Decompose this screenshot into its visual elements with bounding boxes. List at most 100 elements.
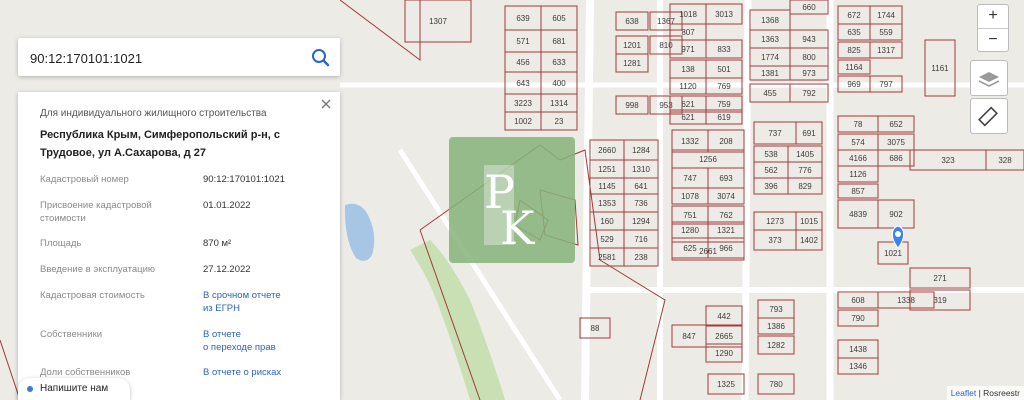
ruler-icon <box>978 106 998 127</box>
parcel-label: 529 <box>600 235 614 244</box>
attribution: Leaflet | Rosreestr <box>946 386 1024 400</box>
parcel-label: 800 <box>802 53 816 62</box>
parcel-label: 442 <box>717 312 731 321</box>
parcel-label: 686 <box>889 154 903 163</box>
parcel-label: 1256 <box>699 155 717 164</box>
zoom-in-button[interactable]: + <box>978 5 1008 29</box>
report-link[interactable]: В срочном отчете <box>203 289 333 302</box>
parcel-label: 1002 <box>514 117 532 126</box>
parcel-label: 1161 <box>931 64 949 73</box>
leaflet-link[interactable]: Leaflet <box>951 388 977 398</box>
row-value: В отчете о переходе прав <box>203 328 333 354</box>
parcel-label: 1294 <box>632 217 650 226</box>
parcel-label: 807 <box>681 28 695 37</box>
parcel-label: 1290 <box>715 349 733 358</box>
parcel-label: 2665 <box>715 332 733 341</box>
parcel-label: 681 <box>552 37 566 46</box>
layers-button[interactable] <box>970 60 1008 96</box>
parcel-label: 23 <box>555 117 564 126</box>
parcel-label: 501 <box>717 65 731 74</box>
parcel-label: 621 <box>681 113 695 122</box>
parcel-label: 4166 <box>849 154 867 163</box>
parcel-label: 857 <box>851 187 865 196</box>
parcel-label: 1015 <box>800 217 818 226</box>
report-link[interactable]: из ЕГРН <box>203 302 333 315</box>
parcel-label: 1281 <box>623 59 641 68</box>
parcel-label: 1018 <box>679 10 697 19</box>
parcel-label: 1284 <box>632 146 650 155</box>
parcel-label: 737 <box>768 129 782 138</box>
parcel-label: 138 <box>681 65 695 74</box>
parcel-label: 605 <box>552 14 566 23</box>
parcel-label: 759 <box>717 100 731 109</box>
parcel-label: 641 <box>634 182 648 191</box>
zoom-out-button[interactable]: − <box>978 29 1008 52</box>
parcel-label: 633 <box>552 58 566 67</box>
search-box[interactable] <box>18 38 340 78</box>
parcel-label: 780 <box>769 380 783 389</box>
parcel-label: 769 <box>717 82 731 91</box>
parcel-label: 1314 <box>550 99 568 108</box>
row-value: В срочном отчете из ЕГРН <box>203 289 333 315</box>
parcel-label: 621 <box>681 100 695 109</box>
parcel-label: 1021 <box>884 249 902 258</box>
report-link[interactable]: В отчете <box>203 328 333 341</box>
parcel-label: 559 <box>879 28 893 37</box>
parcel-label: 238 <box>634 253 648 262</box>
row-key: Введение в эксплуатацию <box>40 264 156 275</box>
parcel-label: 1405 <box>796 150 814 159</box>
close-icon[interactable] <box>318 96 334 112</box>
parcel-label: 736 <box>634 199 648 208</box>
parcel-label: 571 <box>516 37 530 46</box>
chat-dot-icon <box>27 386 33 392</box>
report-link[interactable]: В отчете о рисках <box>203 366 333 379</box>
parcel-label: 323 <box>941 156 955 165</box>
parcel-type: Для индивидуального жилищного строительс… <box>40 108 267 119</box>
row-key: Собственники <box>40 329 103 340</box>
search-input[interactable] <box>28 38 302 78</box>
parcel-label: 1120 <box>679 82 697 91</box>
parcel-label: 1338 <box>897 296 915 305</box>
row-value: 27.12.2022 <box>203 264 251 275</box>
parcel-label: 793 <box>769 305 783 314</box>
parcel-label: 1325 <box>717 380 735 389</box>
parcel-label: 1363 <box>761 35 779 44</box>
zoom-control: + − <box>977 4 1009 52</box>
parcel-label: 1368 <box>761 16 779 25</box>
row-key: Площадь <box>40 238 82 249</box>
parcel-label: 691 <box>802 129 816 138</box>
parcel-label: 2660 <box>598 146 616 155</box>
chat-button[interactable]: Напишите нам <box>18 378 130 400</box>
report-link[interactable]: о переходе прав <box>203 341 333 354</box>
parcel-address: Республика Крым, Симферопольский р-н, с … <box>40 129 280 159</box>
search-icon[interactable] <box>308 45 334 69</box>
parcel-label: 1145 <box>598 182 616 191</box>
parcel-label: 619 <box>717 113 731 122</box>
parcel-label: 1164 <box>845 63 863 72</box>
parcel-label: 373 <box>768 236 782 245</box>
svg-text:K: K <box>500 201 536 255</box>
attribution-source: Rosreestr <box>983 388 1020 398</box>
parcel-label: 3013 <box>715 10 733 19</box>
parcel-label: 776 <box>798 166 812 175</box>
parcel-label: 574 <box>851 138 865 147</box>
parcel-label: 1386 <box>767 322 785 331</box>
parcel-label: 1251 <box>598 165 616 174</box>
parcel-label: 2581 <box>598 253 616 262</box>
parcel-label: 1367 <box>657 17 675 26</box>
parcel-label: 1744 <box>877 11 895 20</box>
parcel-label: 78 <box>854 120 863 129</box>
parcel-label: 88 <box>591 324 600 333</box>
parcel-label: 638 <box>625 17 639 26</box>
parcel-label: 396 <box>764 182 778 191</box>
layers-icon <box>978 72 1000 87</box>
measure-button[interactable] <box>970 98 1008 134</box>
parcel-label: 625 <box>683 244 697 253</box>
parcel-label: 943 <box>802 35 816 44</box>
parcel-label: 639 <box>516 14 530 23</box>
row-value: 01.01.2022 <box>203 200 251 211</box>
parcel-label: 1438 <box>849 345 867 354</box>
parcel-label: 973 <box>802 69 816 78</box>
parcel-label: 1317 <box>877 46 895 55</box>
parcel-label: 1273 <box>766 217 784 226</box>
